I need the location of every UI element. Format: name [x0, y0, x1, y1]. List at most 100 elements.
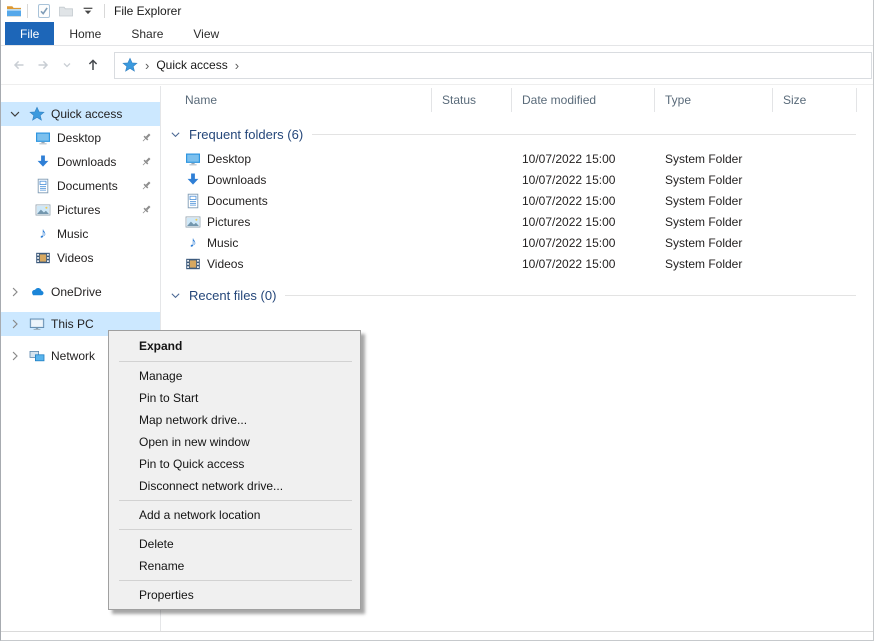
explorer-logo-icon[interactable]: [6, 3, 22, 19]
network-icon: [29, 348, 45, 364]
videos-icon: [185, 256, 201, 272]
sidebar-item-label: Downloads: [57, 155, 116, 169]
group-header-rule: [285, 295, 856, 296]
file-row-desktop[interactable]: Desktop10/07/2022 15:00System Folder: [161, 148, 873, 169]
expand-chevron-down-icon[interactable]: [8, 107, 22, 121]
properties-button[interactable]: [33, 2, 55, 20]
expand-chevron-right-icon[interactable]: [8, 317, 22, 331]
date-modified: 10/07/2022 15:00: [522, 194, 615, 208]
menu-item-rename[interactable]: Rename: [109, 555, 360, 577]
sidebar-item-downloads[interactable]: Downloads: [1, 150, 160, 174]
file-type: System Folder: [665, 152, 742, 166]
file-row-downloads[interactable]: Downloads10/07/2022 15:00System Folder: [161, 169, 873, 190]
file-row-videos[interactable]: Videos10/07/2022 15:00System Folder: [161, 253, 873, 274]
new-folder-button[interactable]: [55, 2, 77, 20]
downloads-icon: [35, 154, 51, 170]
breadcrumb-segment[interactable]: Quick access: [156, 58, 227, 72]
sidebar-item-label: This PC: [51, 317, 94, 331]
sidebar-item-pictures[interactable]: Pictures: [1, 198, 160, 222]
tab-view[interactable]: View: [178, 22, 234, 45]
window-title: File Explorer: [114, 4, 181, 18]
back-button[interactable]: [7, 53, 31, 77]
tab-home[interactable]: Home: [54, 22, 116, 45]
thispc-context-menu: Expand ManagePin to StartMap network driv…: [108, 330, 361, 610]
file-name: Documents: [207, 194, 268, 208]
file-explorer-window: File Explorer FileHomeShareView › Quick …: [0, 0, 874, 641]
up-button[interactable]: [81, 53, 105, 77]
menu-item-disconnect-network-drive[interactable]: Disconnect network drive...: [109, 475, 360, 497]
file-row-pictures[interactable]: Pictures10/07/2022 15:00System Folder: [161, 211, 873, 232]
file-name: Pictures: [207, 215, 250, 229]
menu-item-add-a-network-location[interactable]: Add a network location: [109, 504, 360, 526]
column-header-type[interactable]: Type: [655, 88, 773, 112]
quick-access-star-icon: [122, 57, 138, 73]
sidebar-item-label: OneDrive: [51, 285, 102, 299]
file-row-documents[interactable]: Documents 10/07/2022 15:00 System Folder: [161, 190, 873, 211]
downloads-icon: [185, 172, 201, 188]
date-modified: 10/07/2022 15:00: [522, 215, 615, 229]
expand-chevron-right-icon[interactable]: [8, 285, 22, 299]
desktop-icon: [35, 130, 51, 146]
tab-share[interactable]: Share: [116, 22, 178, 45]
qat-separator: [104, 4, 105, 18]
column-headers: NameStatusDate modifiedTypeSize: [170, 88, 857, 112]
sidebar-item-quick-access[interactable]: Quick access: [1, 102, 160, 126]
sidebar-item-onedrive[interactable]: OneDrive: [1, 280, 160, 304]
documents-icon: [35, 178, 51, 194]
file-name: Downloads: [207, 173, 266, 187]
menu-separator: [119, 529, 352, 530]
group-collapse-chevron-icon[interactable]: [169, 289, 182, 302]
menu-item-pin-to-start[interactable]: Pin to Start: [109, 387, 360, 409]
column-header-size[interactable]: Size: [773, 88, 857, 112]
sidebar-item-label: Quick access: [51, 107, 122, 121]
pin-icon: [139, 131, 153, 145]
menu-item-properties[interactable]: Properties: [109, 584, 360, 606]
sidebar-item-label: Videos: [57, 251, 93, 265]
pin-icon: [139, 203, 153, 217]
group-collapse-chevron-icon[interactable]: [169, 128, 182, 141]
sidebar-item-documents[interactable]: Documents: [1, 174, 160, 198]
menu-item-expand[interactable]: Expand: [109, 334, 360, 358]
menu-item-delete[interactable]: Delete: [109, 533, 360, 555]
sidebar-item-videos[interactable]: Videos: [1, 246, 160, 270]
title-bar: File Explorer: [1, 0, 873, 22]
videos-icon: [35, 250, 51, 266]
group-header-recent-files-0-[interactable]: Recent files (0): [161, 283, 873, 307]
file-type: System Folder: [665, 236, 742, 250]
column-header-name[interactable]: Name: [170, 88, 432, 112]
menu-item-map-network-drive[interactable]: Map network drive...: [109, 409, 360, 431]
file-type: System Folder: [665, 194, 742, 208]
column-header-date-modified[interactable]: Date modified: [512, 88, 655, 112]
column-header-status[interactable]: Status: [432, 88, 512, 112]
sidebar-item-desktop[interactable]: Desktop: [1, 126, 160, 150]
navigation-bar: › Quick access ›: [1, 46, 873, 85]
desktop-icon: [185, 151, 201, 167]
menu-separator: [119, 500, 352, 501]
breadcrumb-chevron[interactable]: ›: [138, 58, 156, 73]
menu-item-open-in-new-window[interactable]: Open in new window: [109, 431, 360, 453]
status-bar: [1, 631, 873, 640]
group-header-rule: [312, 134, 856, 135]
sidebar-item-label: Network: [51, 349, 95, 363]
file-name: Music: [207, 236, 238, 250]
tab-file[interactable]: File: [5, 22, 54, 45]
date-modified: 10/07/2022 15:00: [522, 236, 615, 250]
sidebar-item-music[interactable]: ♪Music: [1, 222, 160, 246]
pin-icon: [139, 155, 153, 169]
address-bar[interactable]: › Quick access ›: [114, 52, 872, 79]
music-icon: ♪: [185, 235, 201, 251]
recent-locations-button[interactable]: [55, 53, 79, 77]
forward-button[interactable]: [31, 53, 55, 77]
menu-item-pin-to-quick-access[interactable]: Pin to Quick access: [109, 453, 360, 475]
sidebar-item-label: Pictures: [57, 203, 100, 217]
ribbon-tab-bar: FileHomeShareView: [1, 22, 873, 46]
onedrive-icon: [29, 284, 45, 300]
file-row-music[interactable]: ♪ Music 10/07/2022 15:00 System Folder: [161, 232, 873, 253]
expand-chevron-right-icon[interactable]: [8, 349, 22, 363]
customize-qat-button[interactable]: [77, 2, 99, 20]
menu-item-manage[interactable]: Manage: [109, 365, 360, 387]
sidebar-item-label: Documents: [57, 179, 118, 193]
breadcrumb-chevron[interactable]: ›: [228, 58, 246, 73]
date-modified: 10/07/2022 15:00: [522, 257, 615, 271]
group-header-frequent-folders-6-[interactable]: Frequent folders (6): [161, 122, 873, 146]
